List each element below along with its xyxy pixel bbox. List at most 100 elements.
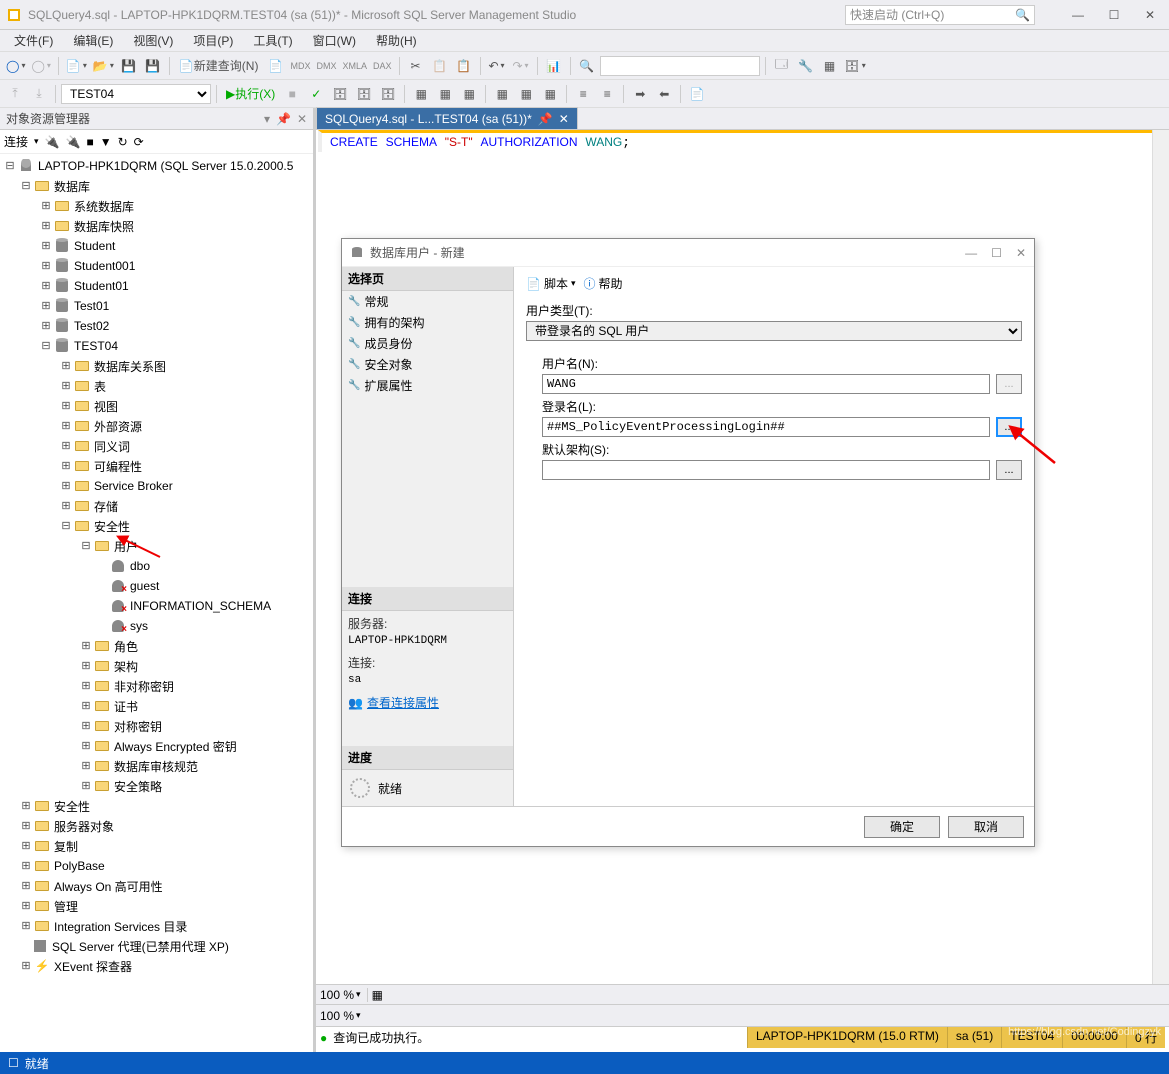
xmla-button[interactable]: XMLA	[340, 55, 369, 77]
ok-button[interactable]: 确定	[864, 816, 940, 838]
indent2-button[interactable]: ➡	[629, 83, 651, 105]
cancel-button[interactable]: 取消	[948, 816, 1024, 838]
tree-item[interactable]: 存储	[94, 498, 118, 515]
tree-user[interactable]: sys	[130, 619, 148, 633]
pin-icon[interactable]: 📌	[276, 112, 291, 126]
plan3-button[interactable]: 🗄	[377, 83, 399, 105]
dialog-close[interactable]: ✕	[1016, 246, 1026, 260]
help-button[interactable]: ⓘ帮助	[584, 275, 623, 292]
grid3-button[interactable]: ▦	[539, 83, 561, 105]
tree-item[interactable]: 数据库审核规范	[114, 758, 198, 775]
connect-icon[interactable]: 🔌	[45, 135, 60, 149]
outdent2-button[interactable]: ⬅	[653, 83, 675, 105]
tab-close-icon[interactable]: ✕	[559, 112, 569, 126]
tree-db[interactable]: Test01	[74, 299, 109, 313]
login-input[interactable]	[542, 417, 990, 437]
tree-item[interactable]: 安全性	[54, 798, 90, 815]
query-type-button[interactable]: 📄	[264, 55, 286, 77]
uncomment-button[interactable]: ≡	[596, 83, 618, 105]
find-input[interactable]	[600, 56, 760, 76]
tree-item[interactable]: 同义词	[94, 438, 130, 455]
menu-project[interactable]: 项目(P)	[185, 30, 241, 51]
schema-input[interactable]	[542, 460, 990, 480]
dialog-maximize[interactable]: ☐	[991, 246, 1002, 260]
page-membership[interactable]: 🔧成员身份	[342, 333, 513, 354]
tree-db[interactable]: Student	[74, 239, 115, 253]
dialog-minimize[interactable]: —	[965, 246, 977, 260]
stop-icon[interactable]: ■	[86, 135, 93, 149]
dax-button[interactable]: DAX	[371, 55, 394, 77]
open-button[interactable]: 📂▾	[91, 55, 116, 77]
menu-file[interactable]: 文件(F)	[6, 30, 61, 51]
refresh-icon[interactable]: ↻	[118, 135, 128, 149]
minimize-button[interactable]: —	[1065, 5, 1091, 25]
quick-launch-input[interactable]: 快速启动 (Ctrl+Q) 🔍	[845, 5, 1035, 25]
maximize-button[interactable]: ☐	[1101, 5, 1127, 25]
grid2-button[interactable]: ▦	[515, 83, 537, 105]
menu-window[interactable]: 窗口(W)	[305, 30, 364, 51]
tree-db[interactable]: Student001	[74, 259, 135, 273]
tree-test04[interactable]: TEST04	[74, 339, 118, 353]
parse-button[interactable]: ✓	[305, 83, 327, 105]
back-button[interactable]: ◯▾	[4, 55, 27, 77]
close-panel-icon[interactable]: ✕	[297, 112, 307, 126]
dropdown-icon[interactable]: ▾	[264, 112, 270, 126]
tree-item[interactable]: 数据库关系图	[94, 358, 166, 375]
sync-icon[interactable]: ⟳	[134, 135, 144, 149]
undo-button[interactable]: ↶▾	[486, 55, 508, 77]
tree-db[interactable]: Student01	[74, 279, 129, 293]
menu-view[interactable]: 视图(V)	[125, 30, 181, 51]
page-ext-props[interactable]: 🔧扩展属性	[342, 375, 513, 396]
view-connection-props-link[interactable]: 查看连接属性	[367, 694, 439, 712]
comment-button[interactable]: ≡	[572, 83, 594, 105]
database-combo[interactable]: TEST04	[61, 84, 211, 104]
page-securables[interactable]: 🔧安全对象	[342, 354, 513, 375]
tree[interactable]: ⊟LAPTOP-HPK1DQRM (SQL Server 15.0.2000.5…	[0, 154, 313, 1052]
user-type-select[interactable]: 带登录名的 SQL 用户	[526, 321, 1022, 341]
tree-user[interactable]: dbo	[130, 559, 150, 573]
zoom-value[interactable]: 100 %	[320, 1009, 354, 1023]
tree-item[interactable]: 角色	[114, 638, 138, 655]
tree-user[interactable]: INFORMATION_SCHEMA	[130, 599, 271, 613]
user-name-input[interactable]	[542, 374, 990, 394]
cut-button[interactable]: ✂	[405, 55, 427, 77]
plan1-button[interactable]: 🗄	[329, 83, 351, 105]
login-browse[interactable]: ...	[996, 417, 1022, 437]
save-button[interactable]: 💾	[118, 55, 140, 77]
results2-button[interactable]: ▦	[434, 83, 456, 105]
grid1-button[interactable]: ▦	[491, 83, 513, 105]
close-button[interactable]: ✕	[1137, 5, 1163, 25]
execute-button[interactable]: ▶ 执行(X)	[222, 83, 279, 105]
vertical-scrollbar[interactable]	[1152, 130, 1169, 1026]
page-general[interactable]: 🔧常规	[342, 291, 513, 312]
tree-item[interactable]: Service Broker	[94, 479, 173, 493]
tree-item[interactable]: 架构	[114, 658, 138, 675]
tree-item[interactable]: 非对称密钥	[114, 678, 174, 695]
mdx-button[interactable]: MDX	[288, 55, 312, 77]
results-button[interactable]: ▦	[410, 83, 432, 105]
db-button[interactable]: 🗄▾	[843, 55, 868, 77]
tree-item[interactable]: 安全策略	[114, 778, 162, 795]
tree-item[interactable]: XEvent 探查器	[54, 958, 132, 975]
grid-button[interactable]: ▦	[819, 55, 841, 77]
results3-button[interactable]: ▦	[458, 83, 480, 105]
wrench-button[interactable]: 🔧	[795, 55, 817, 77]
tree-item[interactable]: PolyBase	[54, 859, 105, 873]
menu-tools[interactable]: 工具(T)	[245, 30, 300, 51]
find-button[interactable]: 🔍	[576, 55, 598, 77]
disconnect-icon[interactable]: 🔌	[66, 135, 81, 149]
new-button[interactable]: 📄▾	[64, 55, 89, 77]
tree-item[interactable]: Integration Services 目录	[54, 918, 187, 935]
tree-db[interactable]: Test02	[74, 319, 109, 333]
tree-item[interactable]: Always Encrypted 密钥	[114, 738, 237, 755]
tree-item[interactable]: SQL Server 代理(已禁用代理 XP)	[52, 938, 229, 955]
paste-button[interactable]: 📋	[453, 55, 475, 77]
tree-item[interactable]: 对称密钥	[114, 718, 162, 735]
tree-item[interactable]: 证书	[114, 698, 138, 715]
tree-item[interactable]: 服务器对象	[54, 818, 114, 835]
extra-button[interactable]: 📄	[686, 83, 708, 105]
menu-help[interactable]: 帮助(H)	[368, 30, 425, 51]
tree-item[interactable]: Always On 高可用性	[54, 878, 163, 895]
tree-user[interactable]: guest	[130, 579, 159, 593]
script-button[interactable]: 📄脚本 ▾	[526, 275, 576, 292]
